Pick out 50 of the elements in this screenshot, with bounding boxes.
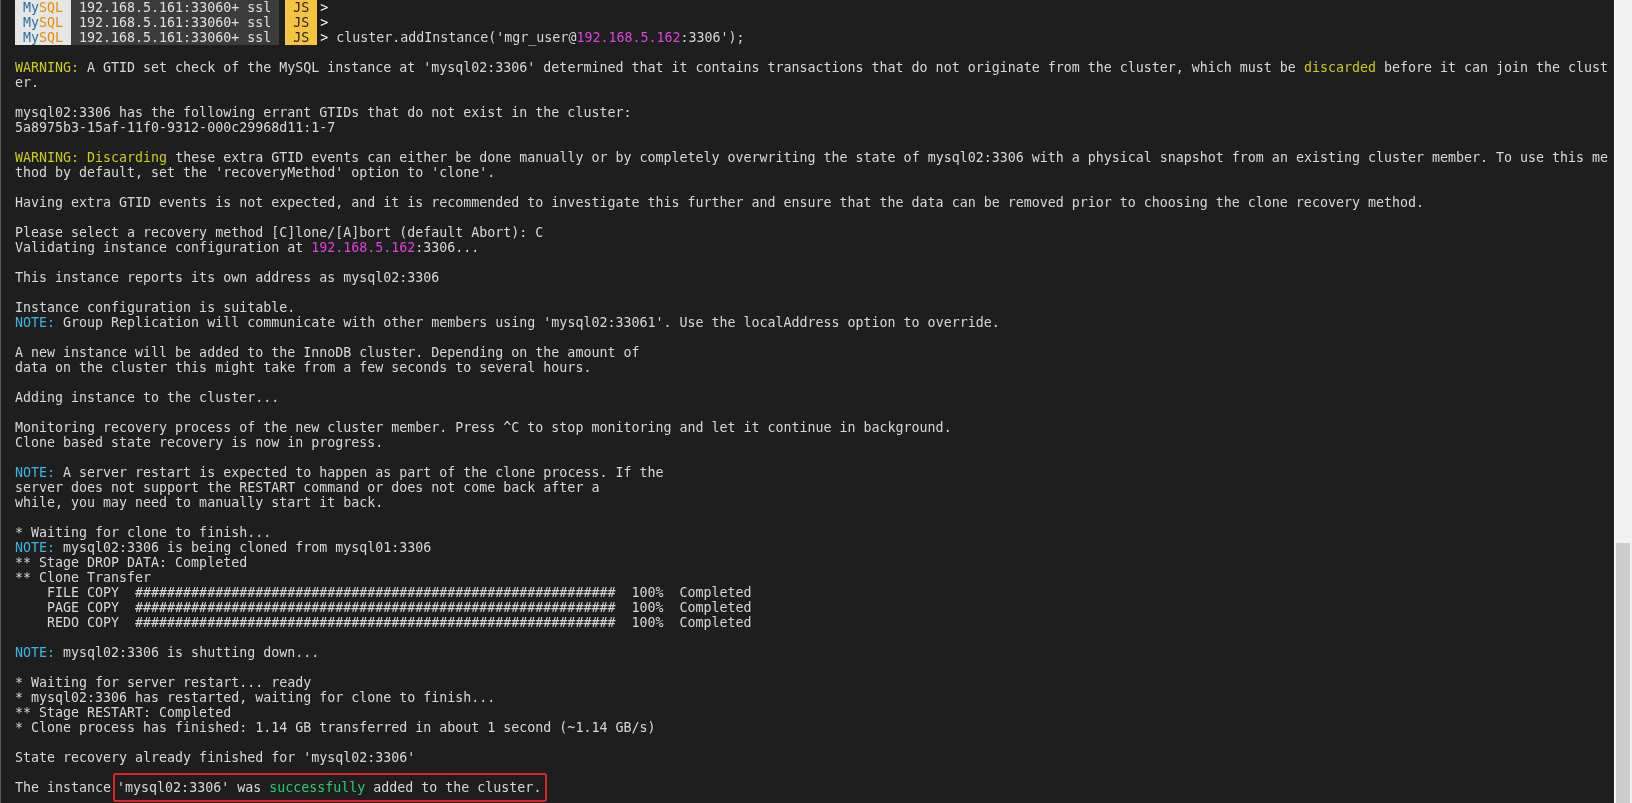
terminal-line: Adding instance to the cluster... [15, 390, 281, 405]
terminal-line: Having extra GTID events is not expected, and it is recommended to investigate this further and ensure that the data can be removed prior to choosing the clone recovery method. [15, 195, 1425, 210]
terminal-line: NOTE: mysql02:3306 is shutting down... [15, 645, 321, 660]
terminal-line: WARNING: Discarding these extra GTID events can either be done manually or by completely overwriting the state of mysql02:3306 with a physical snapshot from an existing cluster member. To use this me [15, 150, 1610, 165]
prompt-arrow: > [320, 30, 329, 45]
terminal-line: thod by default, set the 'recoveryMethod' option to 'clone'. [15, 165, 497, 180]
terminal-line: Instance configuration is suitable. [15, 300, 297, 315]
connection-label: 192.168.5.161:33060+ ssl [71, 30, 280, 45]
scrollbar-thumb[interactable] [1616, 543, 1630, 803]
terminal-line: mysql02:3306 has the following errant GTIDs that do not exist in the cluster: [15, 105, 633, 120]
terminal-line: * Waiting for server restart... ready [15, 675, 313, 690]
terminal-line: server does not support the RESTART command or does not come back after a [15, 480, 601, 495]
command-text: cluster.addInstance('mgr_user@192.168.5.162:3306'); [336, 30, 745, 45]
mysql-badge: MySQL [15, 0, 72, 15]
terminal-line: PAGE COPY ############################################################ 100% Completed [46, 600, 753, 615]
terminal-text: The instance [15, 780, 113, 795]
terminal-line: er. [15, 75, 41, 90]
terminal-line: This instance reports its own address as mysql02:3306 [15, 270, 441, 285]
prompt-arrow: > [320, 0, 329, 15]
terminal-line: ** Stage RESTART: Completed [15, 705, 233, 720]
terminal-line: NOTE: mysql02:3306 is being cloned from mysql01:3306 [15, 540, 433, 555]
mysql-badge: MySQL [15, 30, 72, 45]
highlight-box: 'mysql02:3306' was successfully added to the cluster. [113, 773, 548, 802]
mode-badge: JS [285, 0, 318, 15]
terminal-line: NOTE: A server restart is expected to happen as part of the clone process. If the [15, 465, 665, 480]
terminal-line: 5a8975b3-15af-11f0-9312-000c29968d11:1-7 [15, 120, 337, 135]
terminal-line: State recovery already finished for 'mysql02:3306' [15, 750, 417, 765]
mode-badge: JS [285, 30, 318, 45]
terminal-line: data on the cluster this might take from a few seconds to several hours. [15, 360, 593, 375]
terminal-line: Validating instance configuration at 192.168.5.162:3306... [15, 240, 481, 255]
scrollbar[interactable] [1614, 0, 1632, 803]
terminal-line: NOTE: Group Replication will communicate with other members using 'mysql02:33061'. Use the localAddress option to override. [15, 315, 1001, 330]
terminal-line: WARNING: A GTID set check of the MySQL instance at 'mysql02:3306' determined that it contains transactions that do not originate from the cluster, which must be discarded before it can join the clust [15, 60, 1610, 75]
terminal-line: ** Stage DROP DATA: Completed [15, 555, 249, 570]
terminal-line: A new instance will be added to the InnoDB cluster. Depending on the amount of [15, 345, 641, 360]
terminal-line: Monitoring recovery process of the new cluster member. Press ^C to stop monitoring and let it continue in background. [15, 420, 953, 435]
terminal-line: Please select a recovery method [C]lone/[A]bort (default Abort): C [15, 225, 545, 240]
terminal-line: * Waiting for clone to finish... [15, 525, 273, 540]
connection-label: 192.168.5.161:33060+ ssl [71, 0, 280, 15]
terminal-line: Clone based state recovery is now in progress. [15, 435, 385, 450]
connection-label: 192.168.5.161:33060+ ssl [71, 15, 280, 30]
terminal-line: while, you may need to manually start it back. [15, 495, 385, 510]
mysql-badge: MySQL [15, 15, 72, 30]
terminal-line: REDO COPY ############################################################ 100% Completed [46, 615, 753, 630]
terminal-line: FILE COPY ############################################################ 100% Completed [46, 585, 753, 600]
terminal-line: * Clone process has finished: 1.14 GB transferred in about 1 second (~1.14 GB/s) [15, 720, 657, 735]
mode-badge: JS [285, 15, 318, 30]
prompt-arrow: > [320, 15, 329, 30]
terminal-line: ** Clone Transfer [15, 570, 153, 585]
terminal-line: * mysql02:3306 has restarted, waiting for clone to finish... [15, 690, 497, 705]
